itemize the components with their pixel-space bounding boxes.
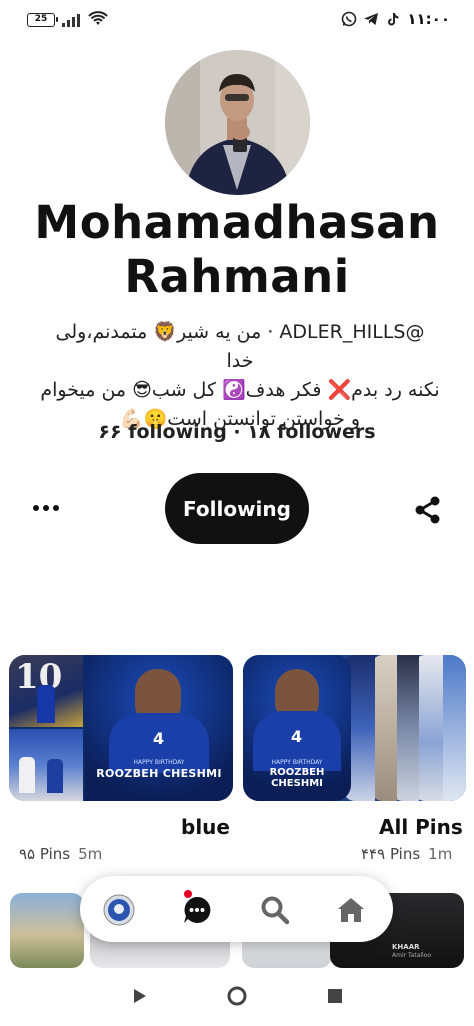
pin-text: KHAAR — [392, 943, 420, 951]
search-icon — [261, 896, 290, 925]
pin-count: ۹۵ Pins — [19, 845, 71, 863]
board-cover-blue[interactable]: 10 4 HAPPY BIRTHDAY ROOZBEH CHESHMI — [9, 655, 233, 801]
following-button[interactable]: Following — [165, 473, 309, 544]
back-icon[interactable] — [132, 988, 148, 1004]
birthday-poster: 4 HAPPY BIRTHDAY ROOZBEH CHESHMI — [243, 655, 351, 801]
jersey-number: 4 — [153, 729, 165, 748]
nav-messages[interactable] — [180, 893, 214, 927]
battery-icon: 25 — [27, 13, 58, 27]
poster-name: ROOZBEH CHESHMI — [96, 767, 222, 780]
board-title-blue[interactable]: blue — [181, 815, 230, 839]
share-icon[interactable] — [412, 494, 444, 526]
status-right: ۱۱:۰۰ — [341, 10, 450, 28]
board-updated: 5m — [78, 845, 103, 863]
pin-text: Amir Tatalloo — [392, 952, 432, 959]
wifi-icon — [88, 11, 108, 25]
board-cover-all-pins[interactable]: 4 HAPPY BIRTHDAY ROOZBEH CHESHMI — [243, 655, 466, 801]
jersey-number: 4 — [291, 727, 303, 746]
tiktok-icon — [388, 13, 399, 26]
bottom-nav — [80, 876, 393, 942]
home-icon — [338, 898, 364, 922]
status-bar: 25 ۱۱:۰۰ — [0, 0, 474, 40]
poster-name: ROOZBEH CHESHMI — [269, 767, 325, 789]
system-nav-bar — [0, 968, 474, 1026]
board-thumbnail — [9, 729, 83, 801]
board-meta-all-pins: ۴۴۹ Pins 1m — [361, 845, 452, 863]
whatsapp-icon — [342, 11, 357, 27]
follow-stats[interactable]: ۶۶ following · ۱۸ followers — [0, 421, 474, 443]
pin-thumbnail[interactable] — [10, 893, 84, 968]
nav-search[interactable] — [258, 893, 292, 927]
messages-icon — [184, 896, 211, 923]
poster-caption: HAPPY BIRTHDAY — [133, 759, 185, 766]
pin-count: ۴۴۹ Pins — [361, 845, 421, 863]
more-options-button[interactable] — [28, 494, 64, 522]
telegram-icon — [364, 13, 379, 25]
more-dots-icon — [33, 505, 39, 511]
nav-home[interactable] — [334, 893, 368, 927]
nav-profile[interactable] — [102, 893, 136, 927]
board-thumbnail: 10 — [9, 655, 83, 727]
profile-avatar[interactable] — [165, 50, 310, 195]
poster-caption: HAPPY BIRTHDAY — [271, 759, 323, 766]
clock: ۱۱:۰۰ — [407, 10, 450, 28]
recents-icon[interactable] — [328, 989, 342, 1003]
profile-bio: @ADLER_HILLS · من یه شیر🦁 متمدنم،ولی خدا… — [40, 318, 440, 434]
home-circle-icon[interactable] — [227, 986, 247, 1006]
signal-icon — [62, 12, 80, 27]
battery-level: 25 — [34, 14, 48, 24]
board-updated: 1m — [428, 845, 453, 863]
board-meta-blue: ۹۵ Pins 5m — [19, 845, 102, 863]
profile-avatar-icon — [103, 894, 135, 926]
bio-line: نکنه رد بدم❌ فکر هدف☯️ کل شب😎 من میخوام — [40, 379, 440, 401]
birthday-poster: 4 HAPPY BIRTHDAY ROOZBEH CHESHMI — [85, 655, 233, 801]
board-title-all-pins[interactable]: All Pins — [379, 815, 463, 839]
bio-line: @ADLER_HILLS · من یه شیر🦁 متمدنم،ولی خدا — [55, 321, 425, 372]
avatar-photo — [165, 50, 310, 195]
profile-name: Mohamadhasan Rahmani — [34, 196, 440, 303]
